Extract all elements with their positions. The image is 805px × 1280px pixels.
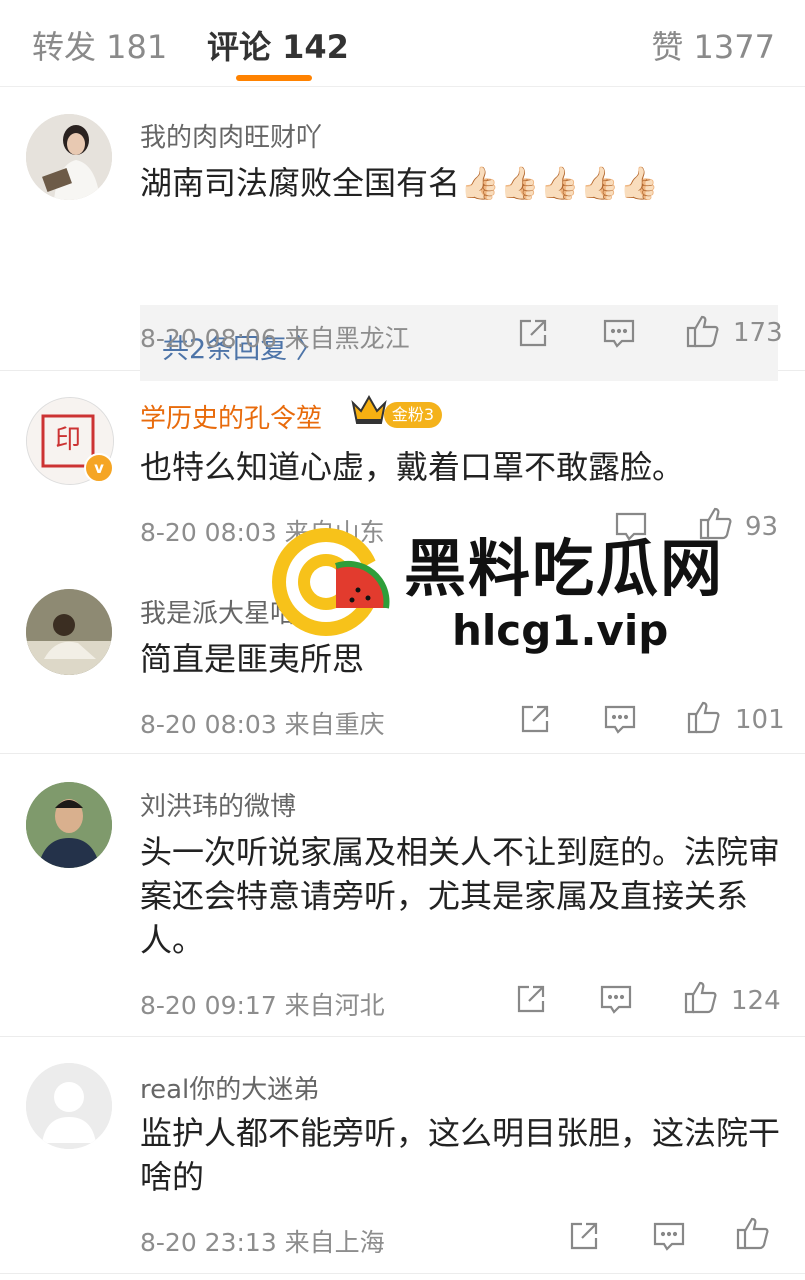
like-count: 101	[735, 705, 785, 735]
comment-icon[interactable]	[652, 1220, 686, 1256]
username[interactable]: 刘洪玮的微博	[140, 786, 296, 823]
fan-badge: 金粉3	[384, 402, 442, 428]
comment-meta: 8-20 09:17 来自河北	[140, 991, 385, 1020]
avatar[interactable]	[26, 1063, 112, 1149]
comment-meta: 8-20 23:13 来自上海	[140, 1228, 385, 1257]
tab-comment[interactable]: 评论 142	[207, 22, 349, 68]
comment-meta: 8-20 08:03 来自重庆	[140, 710, 385, 739]
comment-item: 印 学历史的孔令堃 金粉3 v 也特么知道心虚，戴着口罩不敢露脸。 8-20 0…	[0, 371, 805, 565]
comment-meta: 8-20 08:03 来自山东	[140, 518, 385, 547]
like-icon[interactable]	[698, 505, 734, 545]
comment-text: 也特么知道心虚，戴着口罩不敢露脸。	[140, 448, 685, 486]
svg-text:印: 印	[55, 425, 81, 455]
avatar[interactable]	[26, 114, 112, 200]
comment-item: 我是派大星哈哈哈 简直是匪夷所思 8-20 08:03 来自重庆 101	[0, 565, 805, 754]
comment-icon[interactable]	[603, 703, 637, 739]
like-icon[interactable]	[686, 699, 722, 739]
comment-tabs: 转发 181 评论 142 赞 1377	[0, 0, 805, 87]
avatar[interactable]	[26, 589, 112, 675]
like-count: 93	[745, 512, 779, 542]
tab-like[interactable]: 赞 1377	[651, 22, 775, 68]
like-count: 173	[733, 318, 783, 348]
share-icon[interactable]	[568, 1220, 600, 1256]
comment-text: 简直是匪夷所思	[140, 640, 365, 678]
username[interactable]: 我是派大星哈哈哈	[140, 593, 348, 630]
like-icon[interactable]	[685, 313, 721, 353]
comment-icon[interactable]	[599, 983, 633, 1019]
comment-item: real你的大迷弟 监护人都不能旁听，这么明目张胆，这法院干啥的 8-20 23…	[0, 1037, 805, 1274]
username[interactable]: 学历史的孔令堃	[140, 398, 322, 435]
comment-text: 监护人都不能旁听，这么明目张胆，这法院干啥的	[140, 1114, 781, 1196]
avatar[interactable]	[26, 782, 112, 868]
comment-item: 我的肉肉旺财吖 湖南司法腐败全国有名👍🏻👍🏻👍🏻👍🏻👍🏻 共2条回复 〉 8-2…	[0, 87, 805, 381]
tab-forward[interactable]: 转发 181	[32, 22, 167, 68]
share-icon[interactable]	[517, 317, 549, 353]
like-icon[interactable]	[683, 979, 719, 1019]
verified-icon: v	[84, 453, 114, 483]
crown-icon	[350, 393, 388, 431]
username[interactable]: 我的肉肉旺财吖	[140, 117, 322, 154]
username[interactable]: real你的大迷弟	[140, 1069, 319, 1106]
comment-item: 刘洪玮的微博 头一次听说家属及相关人不让到庭的。法院审案还会特意请旁听，尤其是家…	[0, 754, 805, 1037]
comment-text: 头一次听说家属及相关人不让到庭的。法院审案还会特意请旁听，尤其是家属及直接关系人…	[140, 833, 781, 959]
active-tab-indicator	[236, 75, 312, 81]
like-count: 124	[731, 986, 781, 1016]
share-icon[interactable]	[515, 983, 547, 1019]
like-icon[interactable]	[735, 1215, 771, 1255]
comment-icon[interactable]	[614, 510, 648, 546]
share-icon[interactable]	[519, 703, 551, 739]
comment-icon[interactable]	[602, 317, 636, 353]
comment-meta: 8-20 08:06 来自黑龙江	[140, 324, 410, 353]
comment-text: 湖南司法腐败全国有名👍🏻👍🏻👍🏻👍🏻👍🏻	[140, 164, 660, 202]
